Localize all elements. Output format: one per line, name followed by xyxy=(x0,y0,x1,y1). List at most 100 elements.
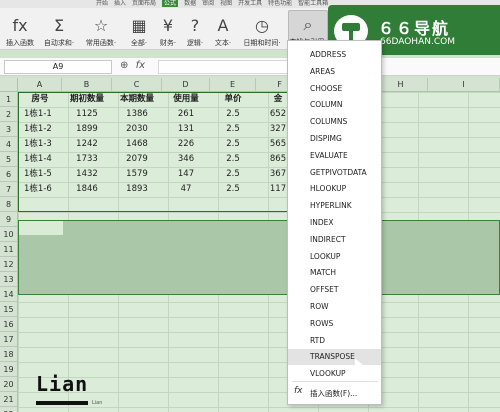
ribbon-button[interactable]: ☆ 常用函数· xyxy=(80,10,122,48)
menu-item-match[interactable]: MATCH xyxy=(288,265,381,281)
data-cell[interactable]: 346 xyxy=(162,152,210,167)
select-all-corner[interactable] xyxy=(0,78,18,92)
data-cell[interactable]: 1846 xyxy=(62,182,112,197)
data-cell[interactable]: 1893 xyxy=(112,182,162,197)
row-header[interactable]: 17 xyxy=(0,332,18,347)
row-header[interactable]: 3 xyxy=(0,122,18,137)
ribbon-tab[interactable]: 插入 xyxy=(114,0,126,7)
data-cell[interactable]: 1125 xyxy=(62,107,112,122)
fx-icon[interactable]: fx xyxy=(136,60,145,71)
data-cell[interactable]: 47 xyxy=(162,182,210,197)
data-cell[interactable]: 1899 xyxy=(62,122,112,137)
header-cell[interactable]: 房号 xyxy=(18,92,62,107)
row-header[interactable]: 22 xyxy=(0,407,18,412)
ribbon-tab[interactable]: 公式 xyxy=(162,0,179,7)
menu-item-hyperlink[interactable]: HYPERLINK xyxy=(288,198,381,214)
data-cell[interactable]: 1242 xyxy=(62,137,112,152)
data-cell[interactable]: 1733 xyxy=(62,152,112,167)
data-cell[interactable]: 2.5 xyxy=(210,182,256,197)
menu-item-row[interactable]: ROW xyxy=(288,299,381,315)
column-header[interactable]: E xyxy=(210,78,256,92)
ribbon-button[interactable]: ¥ 财务· xyxy=(155,10,181,48)
selected-range[interactable] xyxy=(18,220,500,295)
row-header[interactable]: 19 xyxy=(0,362,18,377)
data-cell[interactable]: 1栋1-5 xyxy=(18,167,62,182)
menu-item-dispimg[interactable]: DISPIMG xyxy=(288,131,381,147)
ribbon-tab[interactable]: 视图 xyxy=(220,0,232,7)
row-header[interactable]: 16 xyxy=(0,317,18,332)
ribbon-tab[interactable]: 页面布局 xyxy=(132,0,156,7)
data-cell[interactable]: 1579 xyxy=(112,167,162,182)
data-cell[interactable]: 1栋1-2 xyxy=(18,122,62,137)
row-header[interactable]: 10 xyxy=(0,227,18,242)
row-header[interactable]: 5 xyxy=(0,152,18,167)
menu-item-offset[interactable]: OFFSET xyxy=(288,282,381,298)
row-header[interactable]: 6 xyxy=(0,167,18,182)
row-header[interactable]: 13 xyxy=(0,272,18,287)
name-box[interactable]: A9 xyxy=(4,60,112,74)
menu-item-address[interactable]: ADDRESS xyxy=(288,47,381,63)
column-header[interactable]: I xyxy=(428,78,500,92)
menu-item-evaluate[interactable]: EVALUATE xyxy=(288,148,381,164)
data-cell[interactable]: 2030 xyxy=(112,122,162,137)
menu-item-choose[interactable]: CHOOSE xyxy=(288,81,381,97)
ribbon-tab[interactable]: 智能工具箱 xyxy=(298,0,328,7)
data-cell[interactable]: 1468 xyxy=(112,137,162,152)
row-header[interactable]: 11 xyxy=(0,242,18,257)
ribbon-button[interactable]: ▦ 全部· xyxy=(125,10,153,48)
ribbon-button[interactable]: ? 逻辑· xyxy=(182,10,208,48)
header-cell[interactable]: 期初数量 xyxy=(62,92,112,107)
data-cell[interactable]: 2.5 xyxy=(210,122,256,137)
menu-item-lookup[interactable]: LOOKUP xyxy=(288,249,381,265)
menu-item-rtd[interactable]: RTD xyxy=(288,333,381,349)
data-cell[interactable]: 1432 xyxy=(62,167,112,182)
data-cell[interactable]: 2.5 xyxy=(210,137,256,152)
active-cell[interactable] xyxy=(19,221,63,235)
ribbon-button[interactable]: ◷ 日期和时间· xyxy=(238,10,286,48)
column-header[interactable]: B xyxy=(62,78,112,92)
row-header[interactable]: 8 xyxy=(0,197,18,212)
ribbon-tab[interactable]: 特色功能 xyxy=(268,0,292,7)
header-cell[interactable]: 单价 xyxy=(210,92,256,107)
menu-item-rows[interactable]: ROWS xyxy=(288,316,381,332)
row-header[interactable]: 15 xyxy=(0,302,18,317)
data-cell[interactable]: 2.5 xyxy=(210,107,256,122)
data-cell[interactable]: 226 xyxy=(162,137,210,152)
ribbon-tab[interactable]: 数据 xyxy=(184,0,196,7)
row-header[interactable]: 2 xyxy=(0,107,18,122)
data-cell[interactable]: 2.5 xyxy=(210,167,256,182)
data-cell[interactable]: 261 xyxy=(162,107,210,122)
row-header[interactable]: 7 xyxy=(0,182,18,197)
row-header[interactable]: 20 xyxy=(0,377,18,392)
menu-item-indirect[interactable]: INDIRECT xyxy=(288,232,381,248)
menu-insert-function[interactable]: 插入函数(F)... xyxy=(310,386,357,402)
menu-item-transpose[interactable]: TRANSPOSE xyxy=(288,349,381,366)
menu-item-getpivotdata[interactable]: GETPIVOTDATA xyxy=(288,165,381,181)
menu-item-index[interactable]: INDEX xyxy=(288,215,381,231)
ribbon-tab[interactable]: 开发工具 xyxy=(238,0,262,7)
row-header[interactable]: 18 xyxy=(0,347,18,362)
data-cell[interactable]: 1栋1-6 xyxy=(18,182,62,197)
data-cell[interactable]: 1栋1-1 xyxy=(18,107,62,122)
data-cell[interactable]: 2079 xyxy=(112,152,162,167)
row-header[interactable]: 1 xyxy=(0,92,18,107)
column-header[interactable]: A xyxy=(18,78,62,92)
data-cell[interactable]: 131 xyxy=(162,122,210,137)
menu-item-areas[interactable]: AREAS xyxy=(288,64,381,80)
data-cell[interactable]: 147 xyxy=(162,167,210,182)
ribbon-button[interactable]: fx 插入函数 xyxy=(2,10,38,48)
header-cell[interactable]: 使用量 xyxy=(162,92,210,107)
row-header[interactable]: 14 xyxy=(0,287,18,302)
row-header[interactable]: 4 xyxy=(0,137,18,152)
data-cell[interactable]: 1栋1-4 xyxy=(18,152,62,167)
row-header[interactable]: 12 xyxy=(0,257,18,272)
column-header[interactable]: H xyxy=(374,78,428,92)
ribbon-button[interactable]: Σ 自动求和· xyxy=(40,10,78,48)
data-cell[interactable]: 1386 xyxy=(112,107,162,122)
menu-item-column[interactable]: COLUMN xyxy=(288,97,381,113)
data-cell[interactable]: 2.5 xyxy=(210,152,256,167)
ribbon-tab[interactable]: 审阅 xyxy=(202,0,214,7)
column-header[interactable]: D xyxy=(162,78,210,92)
formula-input[interactable] xyxy=(158,60,288,74)
ribbon-tab[interactable]: 开始 xyxy=(96,0,108,7)
